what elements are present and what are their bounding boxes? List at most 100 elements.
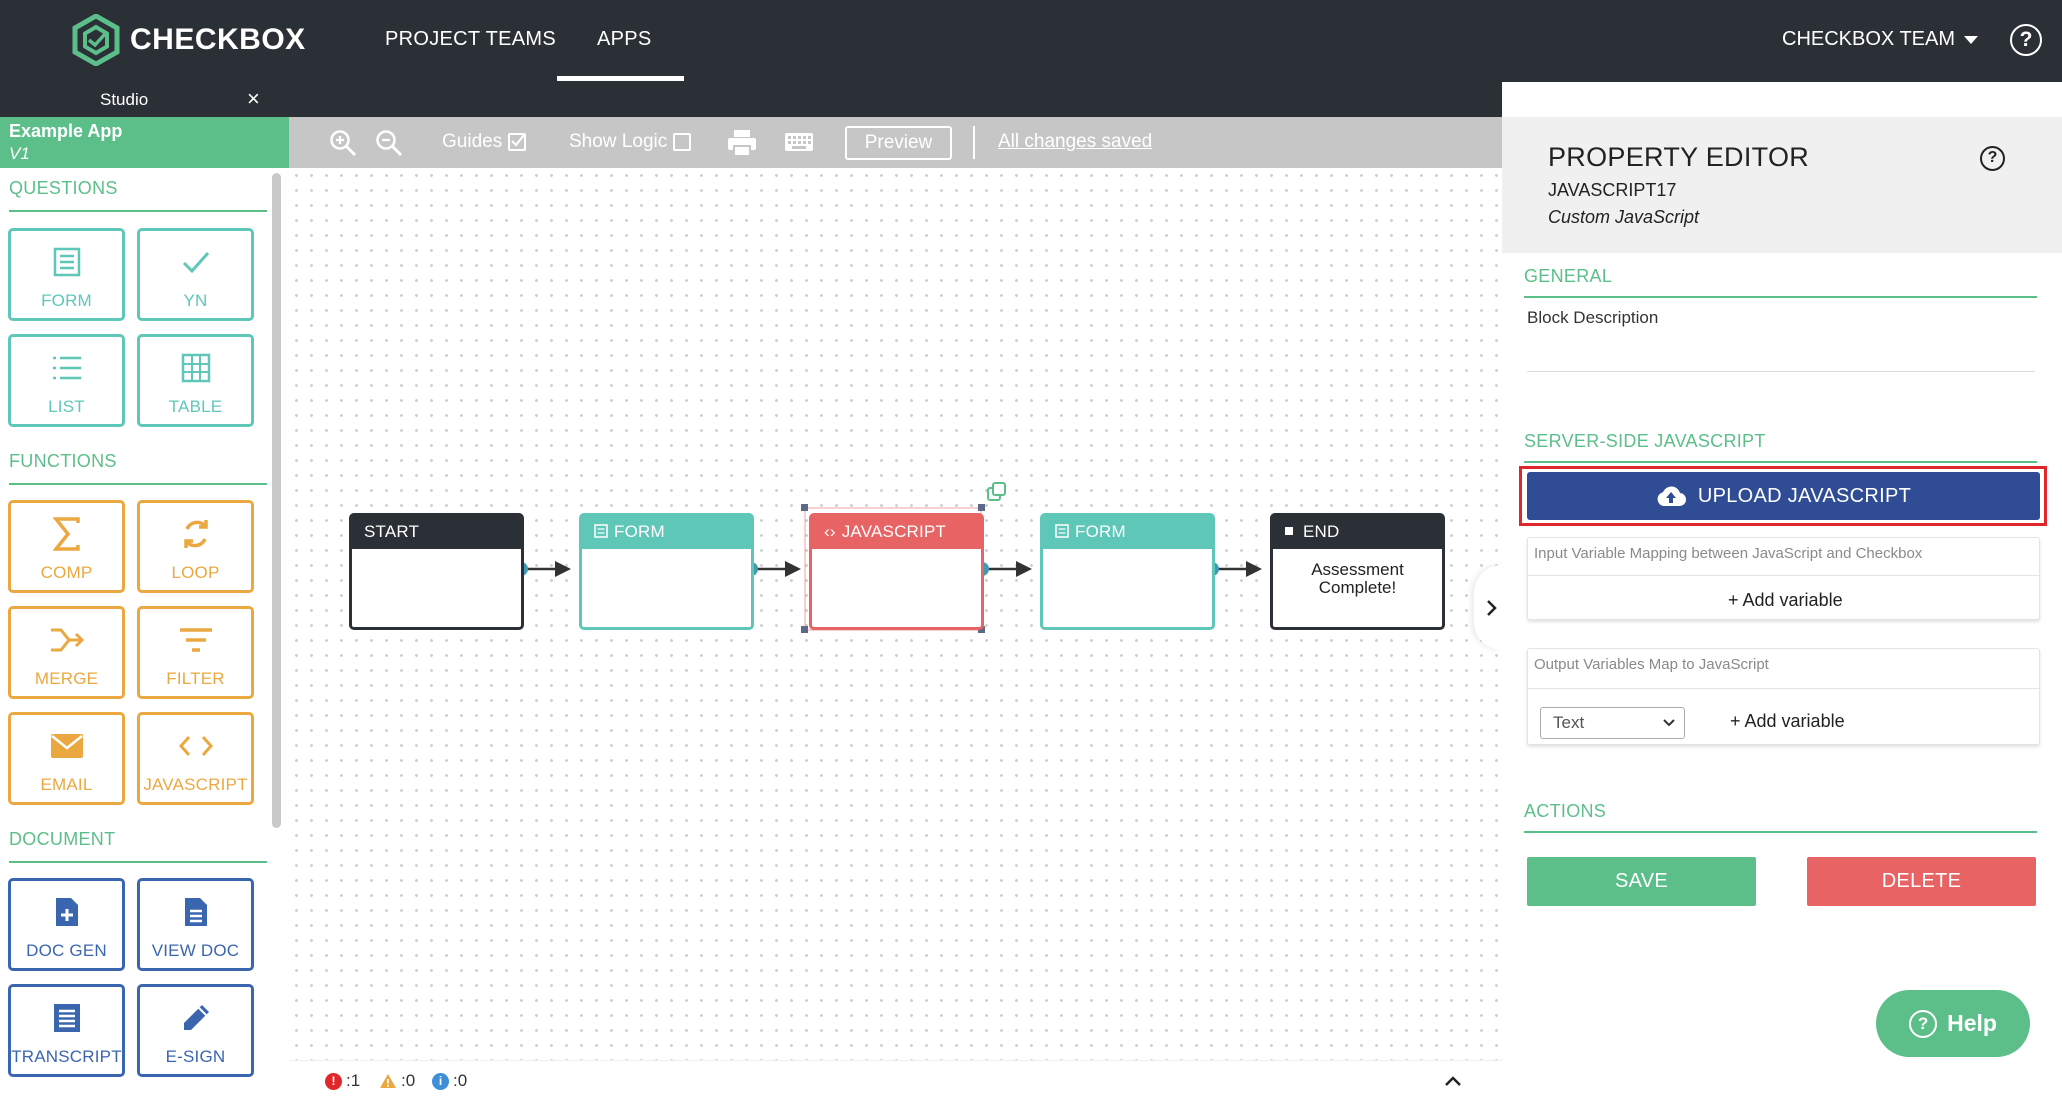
duplicate-icon[interactable] — [987, 482, 1006, 501]
palette-item-table[interactable]: TABLE — [137, 334, 254, 427]
help-button-label: Help — [1947, 1010, 1997, 1036]
show-logic-checkbox[interactable] — [673, 133, 692, 151]
chevron-up-icon[interactable] — [1444, 1075, 1462, 1087]
palette-item-transcript[interactable]: TRANSCRIPT — [8, 984, 125, 1077]
help-circle-icon[interactable]: ? — [1980, 146, 2005, 171]
help-circle-icon[interactable]: ? — [2010, 24, 2042, 56]
filter-icon — [179, 628, 212, 652]
palette-item-label: TABLE — [168, 397, 223, 416]
nav-link-apps[interactable]: APPS — [597, 28, 652, 51]
delete-button[interactable]: DELETE — [1807, 857, 2036, 906]
transcript-icon — [53, 1004, 80, 1032]
form-icon — [1055, 524, 1069, 538]
workflow-node-form[interactable]: FORM — [1040, 513, 1215, 630]
zoom-out-icon[interactable] — [375, 129, 403, 157]
toolbar-divider — [973, 126, 975, 159]
file-text-icon — [184, 898, 207, 926]
guides-checkbox[interactable] — [508, 133, 527, 151]
palette-item-label: YN — [183, 291, 208, 310]
workflow-node-start[interactable]: START — [349, 513, 524, 630]
guides-label: Guides — [442, 131, 503, 152]
nav-link-project-teams[interactable]: PROJECT TEAMS — [385, 28, 556, 51]
merge-icon — [50, 628, 84, 652]
workflow-node-javascript[interactable]: ‹› JAVASCRIPT — [809, 513, 984, 630]
section-divider — [1524, 296, 2037, 298]
app-header: Example App V1 — [0, 117, 289, 168]
info-count-value: :0 — [453, 1071, 468, 1090]
node-header-label: JAVASCRIPT — [841, 522, 947, 541]
close-icon[interactable]: × — [247, 86, 260, 112]
palette-item-view-doc[interactable]: VIEW DOC — [137, 878, 254, 971]
checkmark-icon — [182, 252, 209, 274]
section-title-server-side-javascript: SERVER-SIDE JAVASCRIPT — [1524, 431, 1766, 451]
sigma-icon — [52, 517, 80, 551]
code-icon: ‹› — [824, 522, 836, 541]
add-output-variable-button[interactable]: + Add variable — [1730, 711, 1845, 732]
save-status-link[interactable]: All changes saved — [998, 131, 1152, 153]
zoom-in-icon[interactable] — [329, 129, 357, 157]
palette-item-label: FILTER — [166, 669, 225, 688]
studio-tab-strip — [289, 82, 1502, 117]
palette-item-form[interactable]: FORM — [8, 228, 125, 321]
team-dropdown[interactable]: CHECKBOX TEAM — [1782, 28, 1978, 51]
envelope-icon — [50, 734, 83, 758]
mapping-divider — [1528, 688, 2039, 689]
palette-item-loop[interactable]: LOOP — [137, 500, 254, 593]
node-body-line: Assessment — [1311, 560, 1404, 579]
palette-item-label: LIST — [48, 397, 85, 416]
section-divider — [1524, 831, 2037, 833]
palette-item-email[interactable]: EMAIL — [8, 712, 125, 805]
team-name: CHECKBOX TEAM — [1782, 28, 1955, 50]
keyboard-icon[interactable] — [784, 132, 814, 152]
show-logic-label: Show Logic — [569, 131, 668, 152]
palette-item-doc-gen[interactable]: DOC GEN — [8, 878, 125, 971]
palette-item-filter[interactable]: FILTER — [137, 606, 254, 699]
form-icon — [53, 247, 80, 277]
node-header: START — [352, 516, 521, 549]
palette-item-yn[interactable]: YN — [137, 228, 254, 321]
help-button[interactable]: ? Help — [1876, 990, 2030, 1057]
cloud-upload-icon — [1657, 486, 1686, 507]
show-logic-toggle[interactable]: Show Logic — [569, 131, 692, 153]
output-variable-mapping-box: Output Variables Map to JavaScript Text … — [1527, 648, 2040, 745]
warning-count[interactable]: :0 — [379, 1071, 415, 1091]
node-body-line: Complete! — [1318, 578, 1397, 597]
info-count[interactable]: i :0 — [432, 1071, 467, 1091]
workflow-node-form[interactable]: FORM — [579, 513, 754, 630]
palette-item-comp[interactable]: COMP — [8, 500, 125, 593]
guides-toggle[interactable]: Guides — [442, 131, 527, 153]
loop-icon — [183, 520, 208, 548]
palette-item-label: FORM — [41, 291, 92, 310]
add-input-variable-button[interactable]: + Add variable — [1728, 590, 1843, 611]
error-count[interactable]: ! :1 — [325, 1071, 360, 1091]
list-icon — [52, 356, 81, 380]
input-mapping-caption: Input Variable Mapping between JavaScrip… — [1534, 545, 1923, 562]
workflow-canvas[interactable]: START FORM ‹› JAVASCRIPT FORM END Assessm… — [289, 168, 1502, 1060]
property-editor-header: PROPERTY EDITOR JAVASCRIPT17 Custom Java… — [1502, 117, 2062, 253]
app-name: Example App — [9, 121, 123, 141]
error-icon: ! — [325, 1072, 342, 1090]
code-icon — [178, 736, 213, 756]
palette-item-merge[interactable]: MERGE — [8, 606, 125, 699]
save-button[interactable]: SAVE — [1527, 857, 1756, 906]
section-divider — [1524, 461, 2037, 463]
palette-item-list[interactable]: LIST — [8, 334, 125, 427]
studio-tab[interactable]: Studio × — [0, 82, 289, 117]
chevron-down-icon — [1663, 719, 1675, 727]
block-description-field[interactable] — [1527, 371, 2035, 372]
palette-item-e-sign[interactable]: E-SIGN — [137, 984, 254, 1077]
help-circle-icon: ? — [1909, 1009, 1938, 1038]
active-nav-indicator — [557, 76, 684, 81]
checkbox-logo[interactable]: CHECKBOX — [72, 14, 306, 66]
preview-button[interactable]: Preview — [845, 126, 952, 160]
upload-javascript-button[interactable]: UPLOAD JAVASCRIPT — [1527, 472, 2040, 520]
palette-item-label: DOC GEN — [26, 941, 107, 960]
variable-type-select[interactable]: Text — [1540, 707, 1685, 739]
node-header: ‹› JAVASCRIPT — [812, 516, 981, 549]
workflow-node-end[interactable]: END Assessment Complete! — [1270, 513, 1445, 630]
collapse-panel-toggle[interactable] — [1474, 565, 1502, 650]
section-divider — [9, 483, 267, 485]
print-icon[interactable] — [727, 129, 757, 157]
sidebar-scrollbar[interactable] — [272, 173, 281, 828]
palette-item-javascript[interactable]: JAVASCRIPT — [137, 712, 254, 805]
